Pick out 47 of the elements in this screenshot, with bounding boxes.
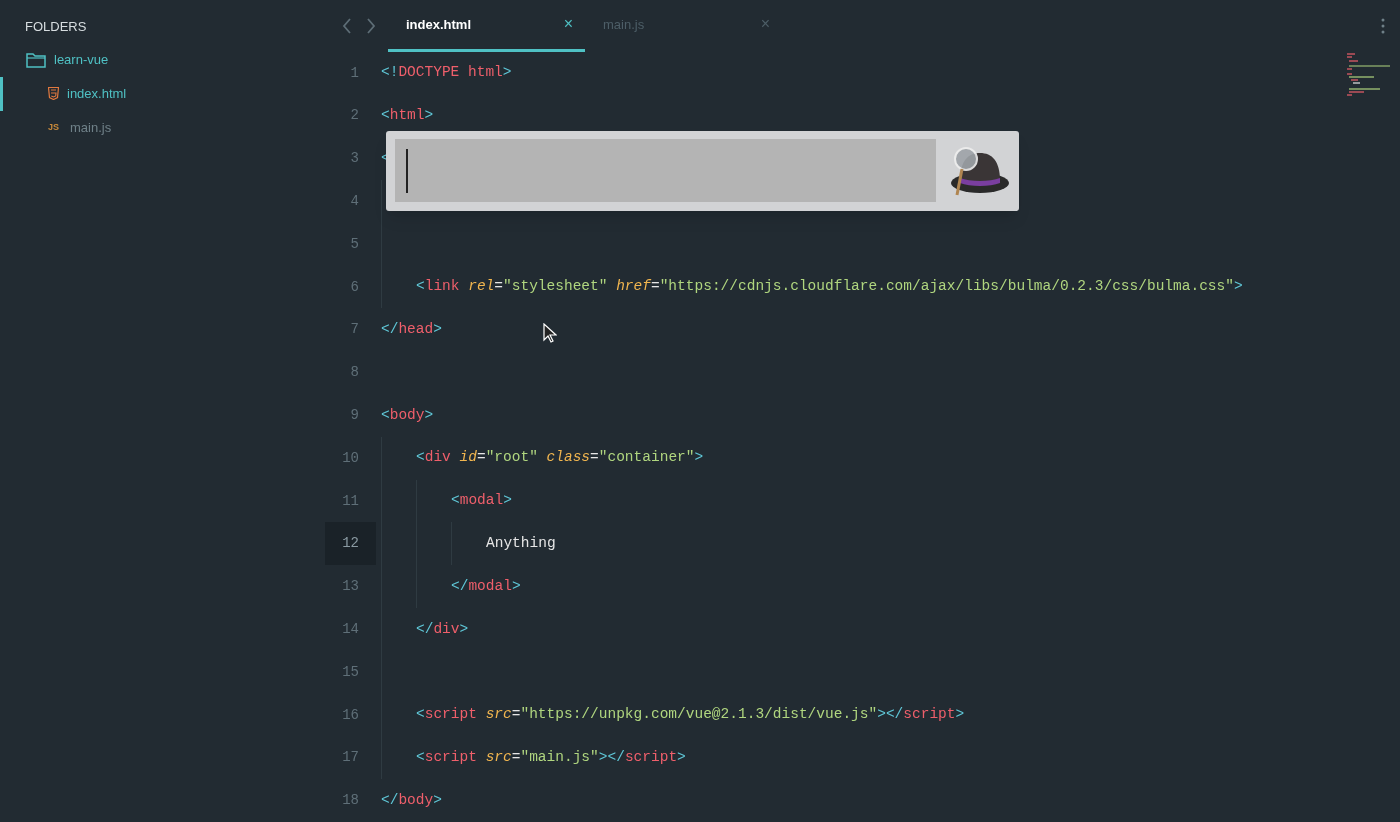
line-number: 12 — [342, 534, 359, 554]
line-number: 3 — [350, 149, 359, 169]
code-line: <html> — [381, 105, 434, 125]
sidebar-title: FOLDERS — [24, 18, 88, 36]
code-line: <div id="root" class="container"> — [416, 448, 704, 468]
search-field[interactable] — [395, 139, 936, 203]
line-number: 14 — [342, 619, 359, 639]
line-number: 9 — [350, 405, 359, 425]
line-number: 17 — [342, 748, 359, 768]
code-line: <script src="main.js"></script> — [416, 747, 686, 767]
code-line: <!DOCTYPE html> — [381, 63, 512, 83]
file-name: main.js — [70, 118, 112, 137]
code-line: </div> — [416, 619, 469, 639]
tab-label: index.html — [406, 15, 471, 34]
line-number: 8 — [350, 363, 359, 383]
more-icon[interactable] — [1381, 18, 1385, 34]
code-line: Anything — [486, 533, 556, 553]
file-item[interactable]: index.html — [0, 76, 325, 111]
code-line: </head> — [381, 319, 442, 339]
line-number: 10 — [342, 448, 359, 468]
line-number: 7 — [350, 320, 359, 340]
line-number: 16 — [342, 705, 359, 725]
line-number: 5 — [350, 234, 359, 254]
line-number: 18 — [342, 791, 359, 811]
code-line: <body> — [381, 405, 434, 425]
js-file-icon: JS — [48, 120, 62, 135]
file-name: index.html — [67, 84, 127, 103]
line-number: 4 — [350, 191, 359, 211]
line-number: 15 — [342, 662, 359, 682]
file-name: learn-vue — [54, 50, 109, 69]
file-item[interactable]: JS main.js — [0, 110, 325, 145]
folder-item[interactable]: learn-vue — [0, 42, 325, 77]
line-number: 13 — [342, 577, 359, 597]
line-number: 1 — [350, 63, 359, 83]
code-line: </body> — [381, 790, 442, 810]
code-line: <modal> — [451, 491, 512, 511]
line-number: 6 — [350, 277, 359, 297]
line-number: 11 — [342, 491, 359, 511]
editor-tab[interactable]: index.html × — [388, 0, 585, 52]
line-number: 2 — [350, 106, 359, 126]
code-line: <link rel="stylesheet" href="https://cdnjs.cloudflare.com/ajax/libs/bulma/0.2.3/css/bulma.css"> — [416, 277, 1243, 297]
code-line: <script src="https://unpkg.com/vue@2.1.3/dist/vue.js"></script> — [416, 705, 965, 725]
folder-icon — [26, 51, 46, 68]
code-line: </modal> — [451, 576, 521, 596]
close-tab-button[interactable]: × — [563, 12, 573, 37]
mouse-pointer-icon — [543, 322, 557, 343]
html-file-icon — [48, 87, 59, 100]
